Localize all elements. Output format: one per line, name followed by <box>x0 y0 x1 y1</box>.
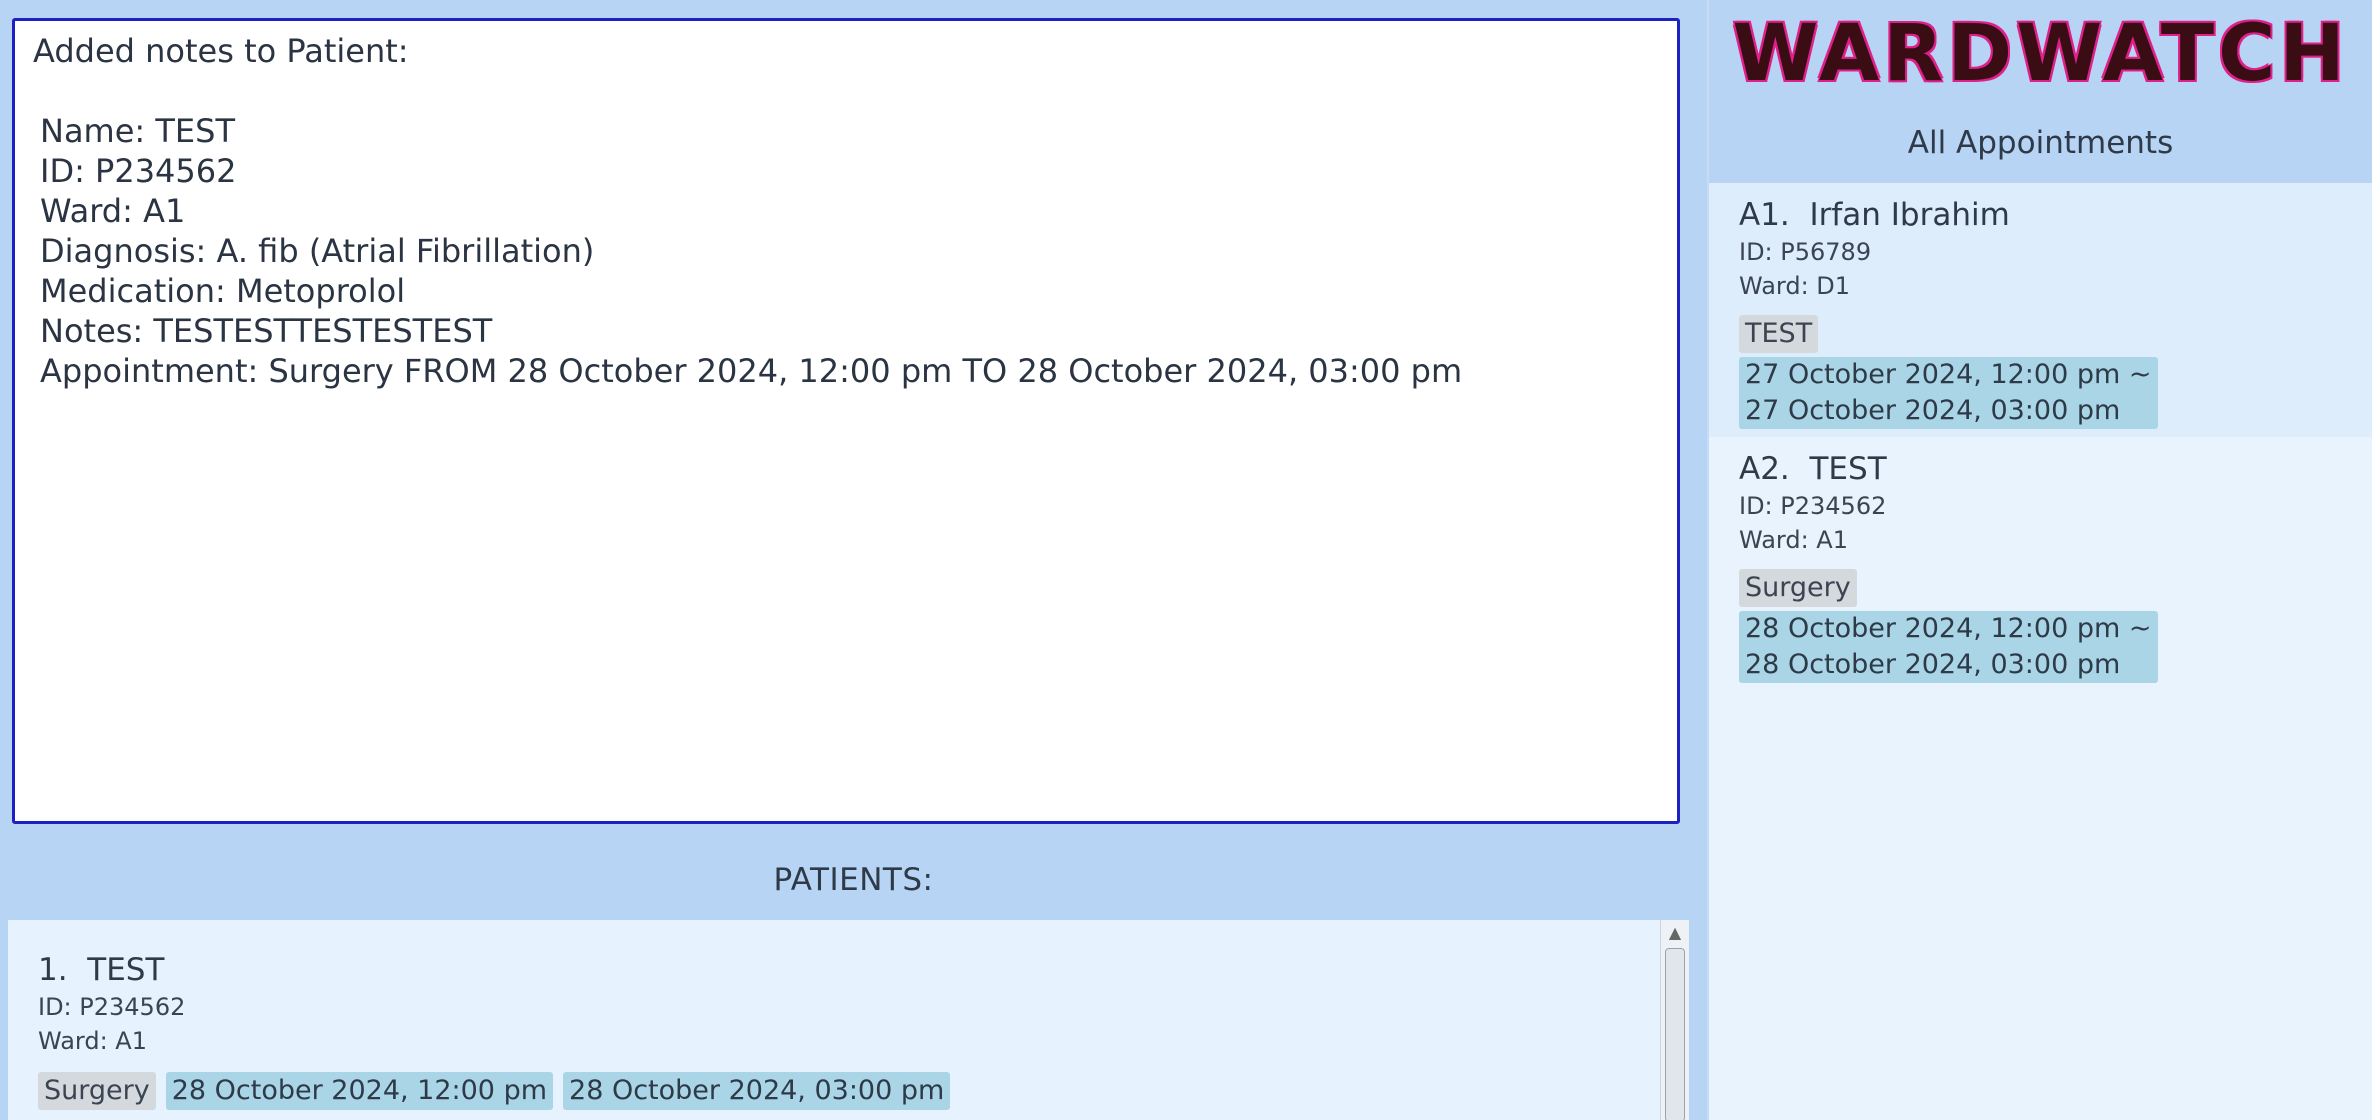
patient-appointment-tags: Surgery 28 October 2024, 12:00 pm 28 Oct… <box>38 1072 951 1110</box>
result-appointment-line: Appointment: Surgery FROM 28 October 202… <box>40 352 1463 390</box>
appointment-end: 27 October 2024, 03:00 pm <box>1745 395 2121 426</box>
appointment-end: 28 October 2024, 03:00 pm <box>1745 649 2121 680</box>
patient-list[interactable]: 1. TEST ID: P234562 Ward: A1 Surgery 28 … <box>8 920 1660 1120</box>
scroll-thumb[interactable] <box>1665 948 1685 1120</box>
appointment-tags: TEST <box>1739 315 2372 353</box>
appointments-title: All Appointments <box>1907 125 2174 161</box>
result-name-line: Name: TEST <box>40 112 235 150</box>
scroll-up-arrow-icon[interactable]: ▲ <box>1661 920 1689 944</box>
result-medication-line: Medication: Metoprolol <box>40 272 406 310</box>
patients-list-header: PATIENTS: <box>773 862 934 898</box>
appointment-start: 28 October 2024, 12:00 pm ~ <box>1745 613 2152 644</box>
result-spacer <box>33 71 1659 111</box>
appointment-tags: Surgery <box>1739 569 2372 607</box>
appointment-description-tag: Surgery <box>1739 569 1857 607</box>
appointment-patient-ward: Ward: A1 <box>1739 526 1848 554</box>
result-notes-line: Notes: TESTESTTESTESTEST <box>40 312 493 350</box>
appointment-end-tag: 28 October 2024, 03:00 pm <box>563 1072 951 1110</box>
appointment-description-tag: TEST <box>1739 315 1819 353</box>
appointment-time-range: 27 October 2024, 12:00 pm ~ 27 October 2… <box>1739 357 2158 429</box>
appointment-card[interactable]: A2. TEST ID: P234562 Ward: A1 Surgery 28… <box>1709 437 2372 697</box>
result-ward-line: Ward: A1 <box>40 192 186 230</box>
command-result-display[interactable]: Added notes to Patient: Name: TEST ID: P… <box>12 18 1680 824</box>
patient-id: ID: P234562 <box>38 993 186 1021</box>
result-id-line: ID: P234562 <box>40 152 237 190</box>
appointment-patient-id: ID: P234562 <box>1739 492 1887 520</box>
patient-list-scrollbar[interactable]: ▲ <box>1660 920 1689 1120</box>
left-panel: Added notes to Patient: Name: TEST ID: P… <box>0 0 1707 1120</box>
appointment-card[interactable]: A1. Irfan Ibrahim ID: P56789 Ward: D1 TE… <box>1709 183 2372 437</box>
patient-card[interactable]: 1. TEST ID: P234562 Ward: A1 Surgery 28 … <box>38 950 951 1110</box>
wardwatch-window: Added notes to Patient: Name: TEST ID: P… <box>0 0 2372 1120</box>
result-heading: Added notes to Patient: <box>33 32 409 70</box>
wardwatch-logo: WARDWATCH <box>1732 9 2349 99</box>
appointment-start: 27 October 2024, 12:00 pm ~ <box>1745 359 2152 390</box>
patient-name: 1. TEST <box>38 952 165 988</box>
appointments-panel: WARDWATCH All Appointments A1. Irfan Ibr… <box>1709 0 2372 1120</box>
appointment-patient-ward: Ward: D1 <box>1739 272 1851 300</box>
appointment-start-tag: 28 October 2024, 12:00 pm <box>165 1072 554 1110</box>
patient-ward: Ward: A1 <box>38 1027 147 1055</box>
appointments-header: WARDWATCH All Appointments <box>1709 0 2372 183</box>
appointment-description-tag: Surgery <box>38 1072 156 1110</box>
appointment-time-range: 28 October 2024, 12:00 pm ~ 28 October 2… <box>1739 611 2158 683</box>
result-diagnosis-line: Diagnosis: A. fib (Atrial Fibrillation) <box>40 232 595 270</box>
appointment-patient-id: ID: P56789 <box>1739 238 1872 266</box>
appointment-patient-name: A2. TEST <box>1739 451 1887 487</box>
appointment-patient-name: A1. Irfan Ibrahim <box>1739 197 2010 233</box>
